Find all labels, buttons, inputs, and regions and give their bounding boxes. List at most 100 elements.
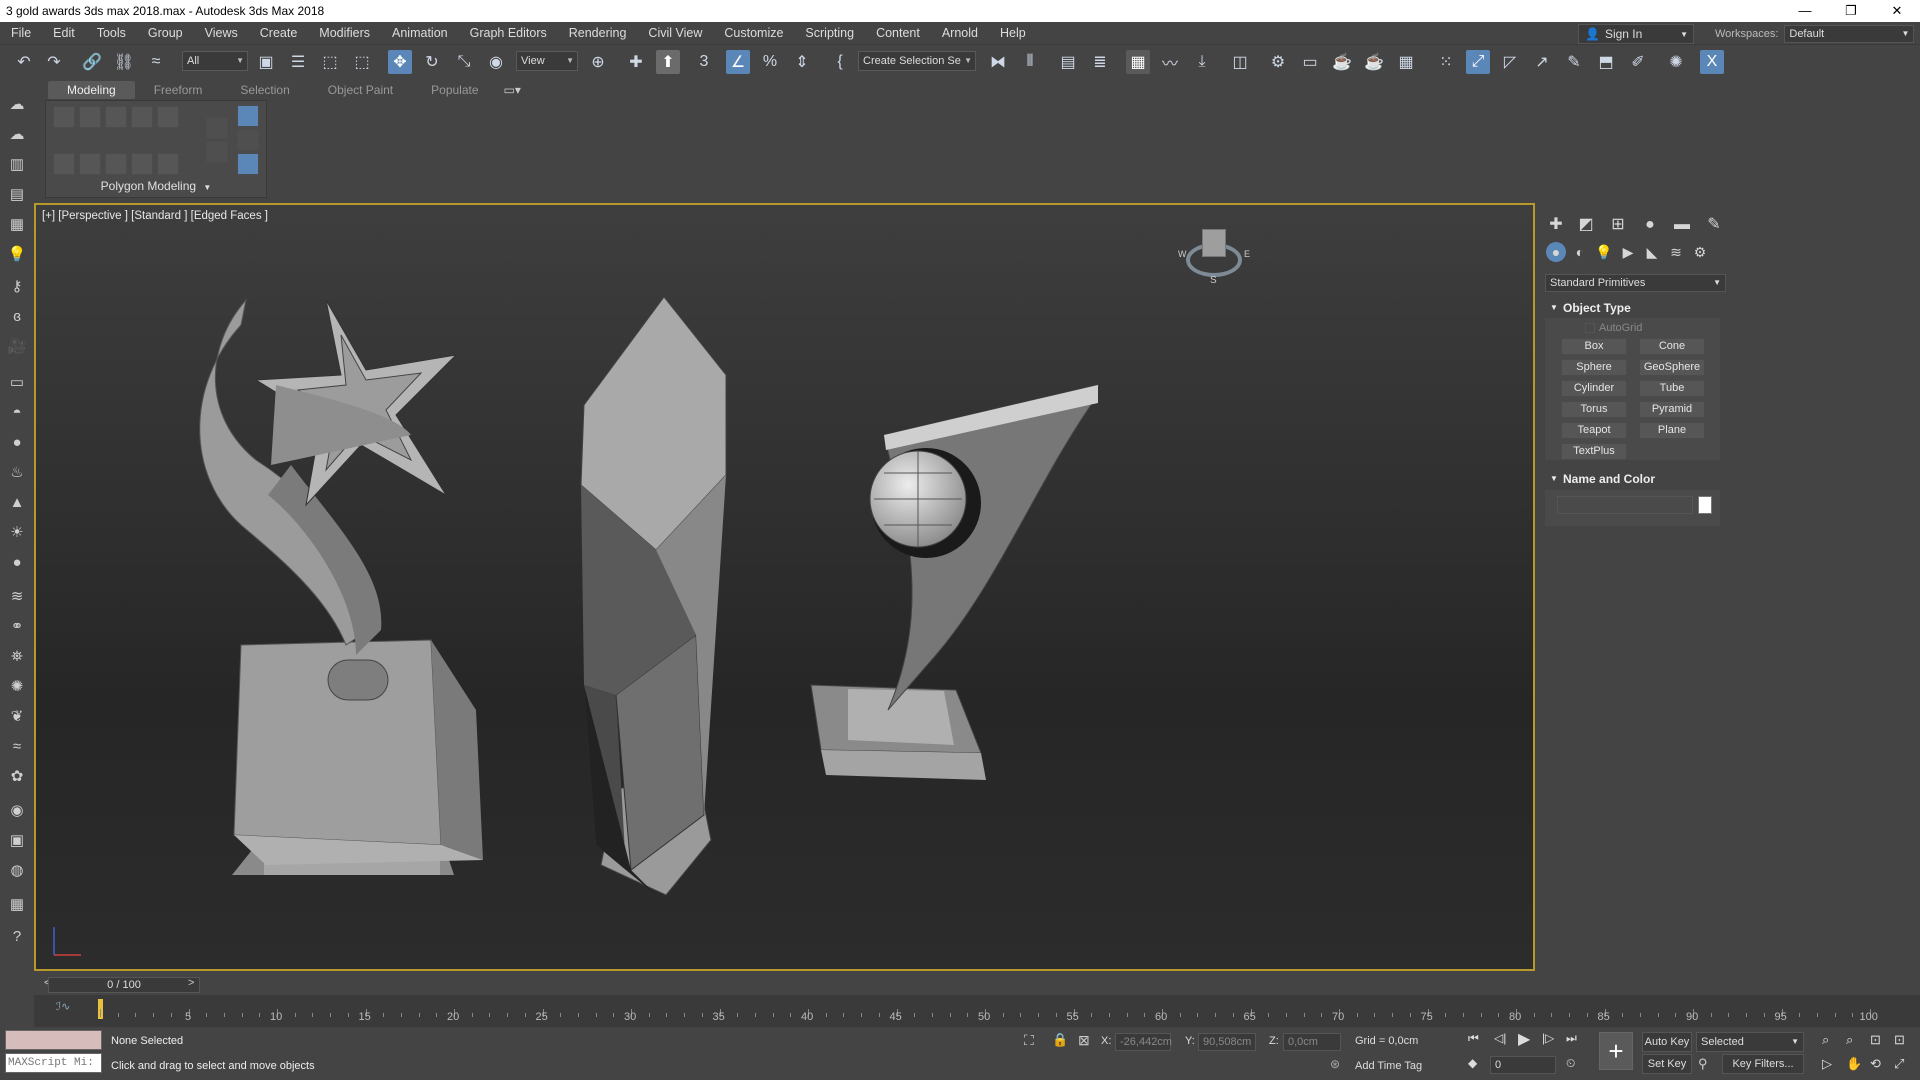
ribbon-tool-button[interactable] [131, 153, 153, 175]
tab-selection[interactable]: Selection [221, 81, 308, 99]
menu-edit[interactable]: Edit [42, 22, 86, 44]
sign-in-dropdown[interactable]: 👤 Sign In ▼ [1578, 24, 1694, 44]
ribbon-tool-button[interactable] [237, 105, 259, 127]
light-bulb-icon[interactable]: 💡 [6, 244, 28, 266]
grid-snap-icon[interactable]: ⁙ [1434, 50, 1458, 74]
perspective-viewport[interactable]: [+] [Perspective ] [Standard ] [Edged Fa… [34, 203, 1535, 971]
polygon-modeling-dropdown[interactable]: Polygon Modeling ▼ [46, 179, 266, 193]
plane-button[interactable]: Plane [1639, 422, 1705, 439]
ribbon-tool-button[interactable] [206, 117, 228, 139]
cone-icon[interactable]: ▲ [6, 492, 28, 514]
layers-icon[interactable]: ▤ [6, 184, 28, 206]
zoom-all-icon[interactable]: ⌕ [1846, 1032, 1853, 1048]
tab-populate[interactable]: Populate [412, 81, 497, 99]
reference-coordinate-select[interactable]: View ▼ [516, 51, 578, 71]
toggle-ribbon-icon[interactable]: ▦ [1126, 50, 1150, 74]
textplus-button[interactable]: TextPlus [1561, 443, 1627, 460]
redo-icon[interactable]: ↷ [42, 50, 66, 74]
set-key-button[interactable]: Set Key [1642, 1054, 1692, 1074]
isolate-icon[interactable]: ⛶ [1024, 1032, 1034, 1049]
percent-snap-icon[interactable]: % [758, 50, 782, 74]
bone-icon[interactable]: ⚭ [6, 616, 28, 638]
hierarchy-tab-icon[interactable]: ⊞ [1607, 214, 1629, 236]
ribbon-tool-button[interactable] [79, 153, 101, 175]
tab-freeform[interactable]: Freeform [135, 81, 222, 99]
sphere-button[interactable]: Sphere [1561, 359, 1627, 376]
spinner-snap-icon[interactable]: ⇕ [790, 50, 814, 74]
geometry-category-icon[interactable]: ● [1546, 242, 1566, 262]
ribbon-tool-button[interactable] [79, 106, 101, 128]
render-setup-icon[interactable]: ⚙ [1266, 50, 1290, 74]
arnold-globe-icon[interactable]: ◍ [6, 860, 28, 882]
menu-graph-editors[interactable]: Graph Editors [459, 22, 558, 44]
settings-icon[interactable]: ▦ [6, 894, 28, 916]
ribbon-options-icon[interactable]: ▭▾ [498, 81, 527, 99]
camera-icon[interactable]: 🎥 [6, 336, 28, 358]
close-button[interactable]: ✕ [1874, 0, 1920, 22]
globe-icon[interactable]: ✺ [6, 676, 28, 698]
object-type-rollout-header[interactable]: ▼ Object Type [1545, 299, 1720, 317]
key-icon[interactable]: ⚷ [6, 276, 28, 298]
orbit-icon[interactable]: ⟲ [1870, 1056, 1881, 1072]
maximize-viewport-icon[interactable]: ⤢ [1894, 1056, 1904, 1072]
tab-object-paint[interactable]: Object Paint [309, 81, 412, 99]
menu-help[interactable]: Help [989, 22, 1037, 44]
zoom-extents-icon[interactable]: ⊡ [1870, 1032, 1881, 1048]
motion-tab-icon[interactable]: ● [1639, 214, 1661, 236]
maxscript-listener-output[interactable] [5, 1030, 102, 1050]
ribbon-tool-button[interactable] [206, 141, 228, 163]
dome-icon[interactable]: ◓ [6, 402, 28, 424]
arnold-export-icon[interactable]: ↗ [1530, 50, 1554, 74]
systems-category-icon[interactable]: ⚙ [1690, 242, 1710, 262]
current-frame-field[interactable]: 0 [1490, 1056, 1556, 1074]
menu-animation[interactable]: Animation [381, 22, 459, 44]
display-tab-icon[interactable]: ▬ [1671, 214, 1693, 236]
menu-modifiers[interactable]: Modifiers [308, 22, 381, 44]
go-to-end-icon[interactable]: ⏭ [1566, 1031, 1577, 1046]
menu-civil-view[interactable]: Civil View [637, 22, 713, 44]
bind-spacewarp-icon[interactable]: ≈ [144, 50, 168, 74]
named-selection-set-select[interactable]: Create Selection Se ▼ [858, 51, 976, 71]
link-icon[interactable]: 🔗 [80, 50, 104, 74]
go-to-start-icon[interactable]: ⏮ [1468, 1031, 1479, 1046]
box-button[interactable]: Box [1561, 338, 1627, 355]
ribbon-tool-button[interactable] [237, 129, 259, 151]
render-production-icon[interactable]: ☕ [1330, 50, 1354, 74]
help-icon[interactable]: ? [6, 926, 28, 948]
select-and-move-icon[interactable]: ✥ [388, 50, 412, 74]
render-iterative-icon[interactable]: ☕ [1362, 50, 1386, 74]
torus-button[interactable]: Torus [1561, 401, 1627, 418]
ribbon-tool-button[interactable] [53, 106, 75, 128]
next-frame-icon[interactable]: |▷ [1542, 1031, 1554, 1045]
schematic-view-icon[interactable]: ⤓ [1190, 50, 1214, 74]
previous-frame-icon[interactable]: ◁| [1494, 1031, 1506, 1045]
teapot-icon[interactable]: ♨ [6, 462, 28, 484]
curve-editor-icon[interactable]: 〰 [1158, 50, 1182, 74]
undo-icon[interactable]: ↶ [12, 50, 36, 74]
select-object-icon[interactable]: ▣ [254, 50, 278, 74]
window-crossing-icon[interactable]: ⬚ [350, 50, 374, 74]
arnold-light-icon[interactable]: ◸ [1498, 50, 1522, 74]
key-mode-icon[interactable]: ◆ [1468, 1056, 1477, 1070]
x-coordinate-field[interactable]: -26,442cm [1115, 1033, 1172, 1051]
restore-button[interactable]: ❐ [1828, 0, 1874, 22]
modify-tab-icon[interactable]: ◩ [1575, 214, 1597, 236]
mini-curve-editor-icon[interactable]: ℐ∿ [56, 1000, 70, 1013]
workspace-select[interactable]: Default ▼ [1784, 25, 1915, 43]
unlink-icon[interactable]: ⛓ [112, 50, 136, 74]
render-window-icon[interactable]: ▦ [1394, 50, 1418, 74]
select-and-scale-icon[interactable]: ⤡ [452, 50, 476, 74]
geosphere-button[interactable]: GeoSphere [1639, 359, 1705, 376]
snaps-toggle-icon[interactable]: 3 [692, 50, 716, 74]
cylinder-button[interactable]: Cylinder [1561, 380, 1627, 397]
plane-icon[interactable]: ▭ [6, 372, 28, 394]
time-slider[interactable] [34, 975, 1920, 995]
cone-button[interactable]: Cone [1639, 338, 1705, 355]
material-sphere-icon[interactable]: ● [6, 552, 28, 574]
ribbon-tool-button[interactable] [53, 153, 75, 175]
pyramid-button[interactable]: Pyramid [1639, 401, 1705, 418]
time-next-button[interactable]: > [188, 977, 194, 989]
fur-ball-icon[interactable]: ✿ [6, 766, 28, 788]
zoom-icon[interactable]: ⌕ [1822, 1032, 1829, 1048]
menu-rendering[interactable]: Rendering [558, 22, 638, 44]
